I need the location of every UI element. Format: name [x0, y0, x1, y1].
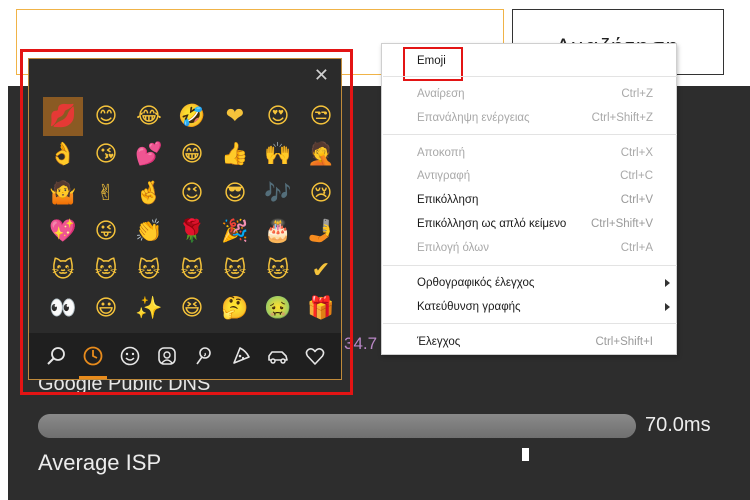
submenu-arrow-icon [665, 279, 670, 287]
menu-separator [383, 134, 677, 135]
menu-item-redo[interactable]: Επανάληψη ενέργειας Ctrl+Shift+Z [382, 108, 678, 128]
menu-item-emoji[interactable]: Emoji [382, 47, 678, 81]
menu-item-redo-shortcut: Ctrl+Shift+Z [591, 112, 653, 124]
menu-item-select-all-label: Επιλογή όλων [417, 242, 489, 254]
menu-item-copy-shortcut: Ctrl+C [620, 170, 653, 182]
menu-item-paste-plain-label: Επικόλληση ως απλό κείμενο [417, 218, 567, 230]
isp-label: Average ISP [38, 450, 162, 475]
submenu-arrow-icon [665, 303, 670, 311]
menu-item-copy-label: Αντιγραφή [417, 170, 471, 182]
menu-item-paste-plain-shortcut: Ctrl+Shift+V [591, 218, 653, 230]
context-menu: Emoji Αναίρεση Ctrl+Z Επανάληψη ενέργεια… [381, 43, 677, 355]
menu-item-paste-label: Επικόλληση [417, 194, 479, 206]
menu-item-redo-label: Επανάληψη ενέργειας [417, 112, 530, 124]
isp-progress-fill [38, 414, 636, 438]
text-cursor [522, 448, 529, 461]
isp-value: 70.0ms [645, 414, 711, 436]
menu-separator [383, 76, 677, 77]
menu-item-spellcheck[interactable]: Ορθογραφικός έλεγχος [382, 273, 678, 293]
emoji-panel-highlight [20, 49, 353, 395]
menu-item-inspect[interactable]: Έλεγχος Ctrl+Shift+I [382, 332, 678, 352]
menu-item-cut-label: Αποκοπή [417, 147, 466, 159]
menu-separator [383, 265, 677, 266]
menu-item-undo-label: Αναίρεση [417, 88, 465, 100]
menu-item-paste[interactable]: Επικόλληση Ctrl+V [382, 190, 678, 210]
menu-item-select-all-shortcut: Ctrl+A [620, 242, 653, 254]
menu-separator [383, 323, 677, 324]
menu-item-spellcheck-label: Ορθογραφικός έλεγχος [417, 277, 535, 289]
menu-item-cut[interactable]: Αποκοπή Ctrl+X [382, 143, 678, 163]
menu-item-paste-plain[interactable]: Επικόλληση ως απλό κείμενο Ctrl+Shift+V [382, 214, 678, 234]
isp-progress-bar [38, 414, 636, 438]
menu-item-undo[interactable]: Αναίρεση Ctrl+Z [382, 84, 678, 104]
menu-item-copy[interactable]: Αντιγραφή Ctrl+C [382, 166, 678, 186]
menu-item-cut-shortcut: Ctrl+X [620, 147, 653, 159]
menu-item-inspect-shortcut: Ctrl+Shift+I [595, 336, 653, 348]
menu-item-select-all[interactable]: Επιλογή όλων Ctrl+A [382, 238, 678, 258]
menu-item-paste-shortcut: Ctrl+V [620, 194, 653, 206]
menu-item-undo-shortcut: Ctrl+Z [621, 88, 653, 100]
menu-item-writing-direction-label: Κατεύθυνση γραφής [417, 301, 521, 313]
menu-item-inspect-label: Έλεγχος [417, 336, 461, 348]
screen: Αναζήτηση 34.7 Google Public DNS 70.0ms … [0, 0, 750, 500]
menu-item-writing-direction[interactable]: Κατεύθυνση γραφής [382, 297, 678, 317]
